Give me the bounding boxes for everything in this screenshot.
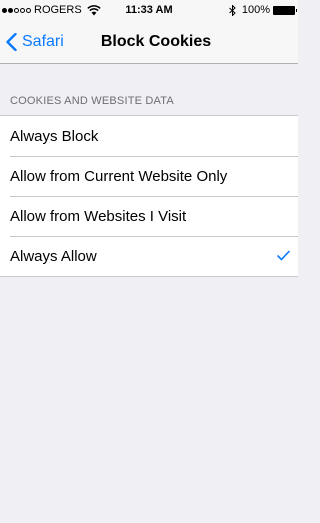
signal-dot bbox=[8, 7, 13, 13]
navigation-bar: Safari Block Cookies bbox=[0, 20, 298, 64]
option-always-block[interactable]: Always Block bbox=[0, 116, 298, 156]
option-label: Allow from Websites I Visit bbox=[10, 207, 187, 225]
section-header: COOKIES AND WEBSITE DATA bbox=[10, 95, 174, 107]
checkmark-icon bbox=[277, 250, 290, 261]
option-allow-websites-i-visit[interactable]: Allow from Websites I Visit bbox=[0, 196, 298, 236]
option-allow-current-website-only[interactable]: Allow from Current Website Only bbox=[0, 156, 298, 196]
chevron-left-icon bbox=[6, 33, 17, 51]
battery-icon bbox=[273, 5, 297, 15]
back-button-label: Safari bbox=[22, 33, 64, 50]
cookie-options-list: Always Block Allow from Current Website … bbox=[0, 115, 298, 277]
option-always-allow[interactable]: Always Allow bbox=[0, 236, 298, 276]
carrier-name: ROGERS bbox=[34, 4, 82, 16]
option-label: Always Block bbox=[10, 127, 99, 145]
signal-dot bbox=[2, 7, 7, 13]
option-label: Always Allow bbox=[10, 247, 97, 265]
signal-dot bbox=[20, 7, 25, 13]
signal-dot bbox=[26, 7, 31, 13]
wifi-icon bbox=[86, 4, 101, 15]
back-button[interactable]: Safari bbox=[6, 20, 64, 64]
battery-percent: 100% bbox=[241, 4, 270, 16]
status-left: ROGERS bbox=[2, 3, 101, 17]
option-label: Allow from Current Website Only bbox=[10, 167, 228, 185]
status-bar: ROGERS 11:33 AM 100% bbox=[0, 0, 298, 20]
status-right: 100% bbox=[229, 3, 297, 17]
signal-dot bbox=[14, 7, 19, 13]
signal-strength-icon bbox=[2, 7, 31, 13]
bluetooth-icon bbox=[229, 4, 236, 16]
